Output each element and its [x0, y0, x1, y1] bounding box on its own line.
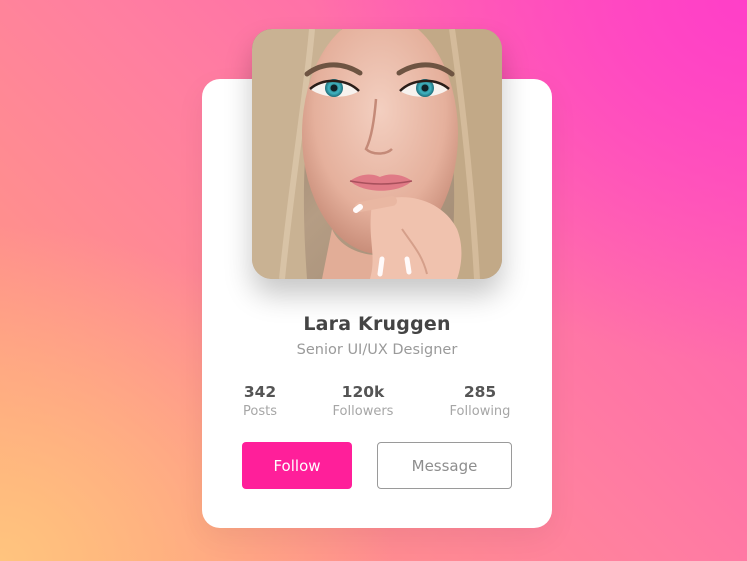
stat-posts: 342 Posts — [205, 382, 315, 422]
stat-followers-label: Followers — [332, 404, 394, 419]
stat-following: 285 Following — [425, 382, 535, 422]
message-button[interactable]: Message — [377, 442, 512, 489]
profile-photo — [252, 29, 502, 279]
stat-following-value: 285 — [463, 383, 497, 401]
profile-role: Senior UI/UX Designer — [296, 342, 458, 358]
stat-followers: 120k Followers — [308, 382, 418, 422]
profile-photo-image — [252, 29, 502, 279]
stat-posts-label: Posts — [243, 404, 277, 419]
profile-name: Lara Kruggen — [303, 313, 451, 335]
stat-followers-value: 120k — [341, 383, 385, 401]
follow-button[interactable]: Follow — [242, 442, 352, 489]
stat-following-label: Following — [449, 404, 511, 419]
stat-posts-value: 342 — [243, 383, 277, 401]
